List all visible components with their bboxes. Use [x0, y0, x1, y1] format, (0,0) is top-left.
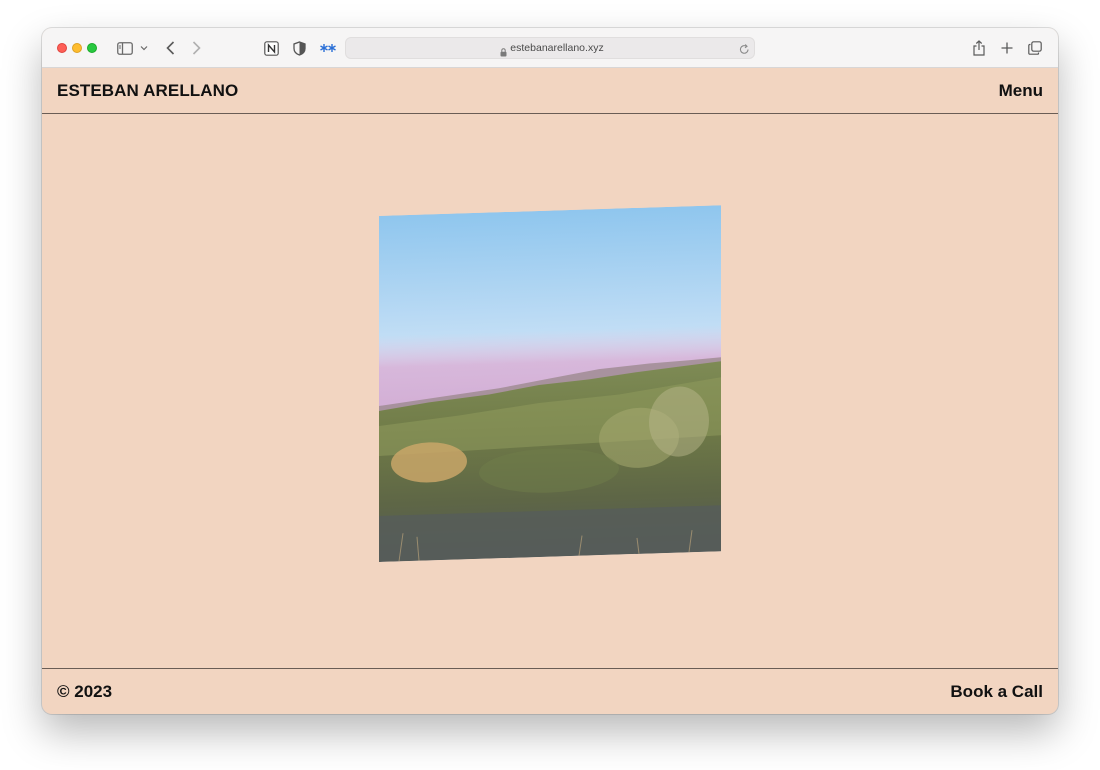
browser-window: estebanarellano.xyz ESTEBAN ARELLANO Men… [42, 28, 1058, 714]
book-a-call-link[interactable]: Book a Call [950, 682, 1043, 702]
share-icon[interactable] [971, 39, 987, 57]
reload-icon[interactable] [739, 42, 750, 60]
minimize-window-button[interactable] [72, 43, 82, 53]
close-window-button[interactable] [57, 43, 67, 53]
shield-icon[interactable] [291, 39, 307, 57]
landscape-photo [379, 205, 721, 562]
site-header: ESTEBAN ARELLANO Menu [42, 68, 1058, 114]
zoom-window-button[interactable] [87, 43, 97, 53]
tab-overview-icon[interactable] [1027, 39, 1043, 57]
menu-button[interactable]: Menu [999, 81, 1043, 101]
site-brand[interactable]: ESTEBAN ARELLANO [57, 81, 238, 101]
sidebar-icon[interactable] [116, 39, 134, 57]
notion-icon[interactable] [263, 39, 279, 57]
chevron-down-icon[interactable] [139, 39, 149, 57]
chevron-right-icon[interactable] [189, 39, 203, 57]
browser-toolbar: estebanarellano.xyz [42, 28, 1058, 68]
asterisk-extension-icon[interactable] [319, 39, 337, 57]
plus-icon[interactable] [999, 39, 1015, 57]
chevron-left-icon[interactable] [163, 39, 177, 57]
address-bar[interactable]: estebanarellano.xyz [345, 37, 755, 59]
site-footer: © 2023 Book a Call [42, 668, 1058, 714]
url-text: estebanarellano.xyz [510, 42, 604, 54]
copyright-text: © 2023 [57, 682, 113, 701]
